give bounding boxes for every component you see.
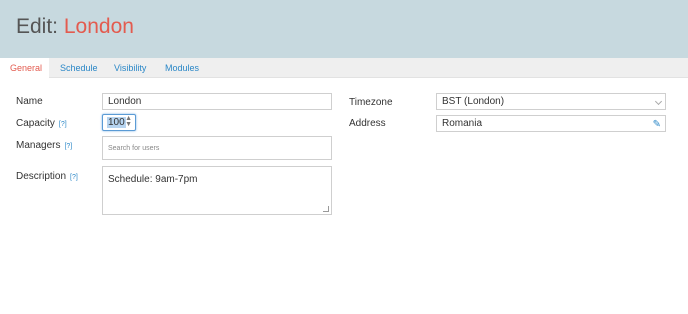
description-textarea[interactable]: Schedule: 9am-7pm bbox=[102, 166, 332, 215]
timezone-value: BST (London) bbox=[442, 96, 505, 107]
name-value: London bbox=[108, 96, 142, 107]
managers-label: Managers [?] bbox=[16, 140, 72, 151]
address-field[interactable]: Romania ✎ bbox=[436, 115, 666, 132]
description-label-text: Description bbox=[16, 171, 67, 182]
capacity-label: Capacity [?] bbox=[16, 118, 67, 129]
capacity-label-text: Capacity bbox=[16, 118, 55, 129]
page-title-name: London bbox=[63, 15, 134, 38]
page-title-prefix: Edit: bbox=[16, 15, 64, 38]
page-header: Edit: London bbox=[0, 0, 688, 58]
pencil-icon[interactable]: ✎ bbox=[653, 119, 661, 130]
managers-label-text: Managers bbox=[16, 140, 61, 151]
managers-search-input[interactable]: Search for users bbox=[102, 136, 332, 160]
timezone-label: Timezone bbox=[349, 97, 393, 108]
tab-bar: General Schedule Visibility Modules bbox=[0, 58, 688, 79]
tab-schedule[interactable]: Schedule bbox=[60, 58, 98, 78]
spinner-icon[interactable]: ▲ ▼ bbox=[125, 115, 132, 128]
capacity-help-link[interactable]: [?] bbox=[59, 121, 67, 128]
capacity-value: 100 bbox=[107, 117, 126, 128]
managers-placeholder: Search for users bbox=[108, 145, 160, 152]
page-title: Edit: London bbox=[16, 15, 134, 39]
tab-general[interactable]: General bbox=[0, 58, 49, 79]
managers-help-link[interactable]: [?] bbox=[64, 143, 72, 150]
tab-modules[interactable]: Modules bbox=[165, 58, 199, 78]
chevron-down-icon bbox=[654, 97, 663, 106]
description-help-link[interactable]: [?] bbox=[70, 174, 78, 181]
name-field[interactable]: London bbox=[102, 93, 332, 110]
capacity-stepper[interactable]: 100 ▲ ▼ bbox=[102, 114, 136, 131]
description-label: Description [?] bbox=[16, 171, 78, 182]
resize-handle[interactable] bbox=[323, 206, 329, 212]
tab-visibility[interactable]: Visibility bbox=[114, 58, 146, 78]
address-value: Romania bbox=[442, 118, 483, 129]
timezone-select[interactable]: BST (London) bbox=[436, 93, 666, 110]
address-label: Address bbox=[349, 118, 386, 129]
description-value: Schedule: 9am-7pm bbox=[108, 174, 198, 185]
name-label: Name bbox=[16, 96, 43, 107]
